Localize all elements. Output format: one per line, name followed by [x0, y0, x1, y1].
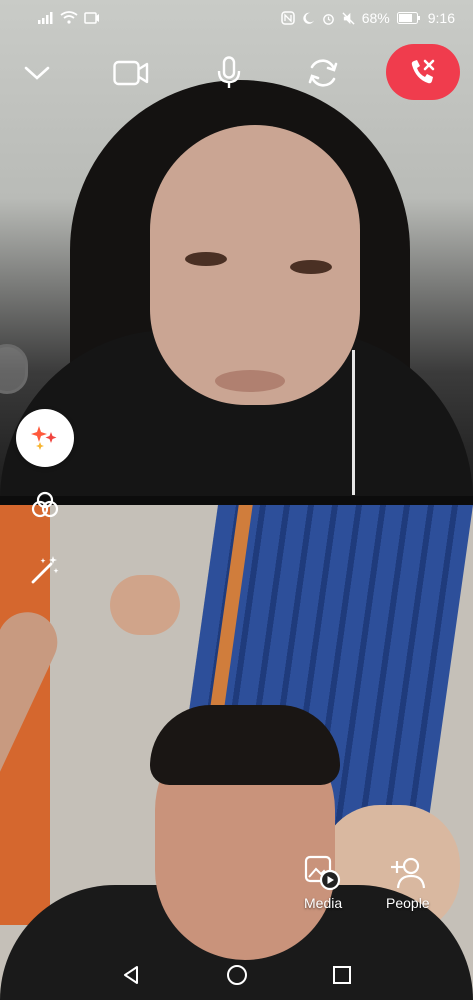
earphone-cable: [352, 350, 355, 495]
video-camera-icon: [113, 60, 149, 86]
moon-icon: [303, 12, 314, 24]
recents-button[interactable]: [327, 960, 357, 990]
minimize-button[interactable]: [12, 48, 62, 98]
video-toggle-button[interactable]: [106, 48, 156, 98]
people-button[interactable]: People: [386, 855, 430, 911]
media-icon: [304, 855, 341, 891]
wifi-icon: [60, 11, 78, 24]
end-call-button[interactable]: [386, 44, 460, 100]
filters-icon: [31, 491, 59, 518]
sparkles-icon: [31, 426, 57, 450]
system-nav-bar: [0, 948, 473, 1000]
remote-lips: [215, 370, 285, 392]
nfc-icon: [280, 11, 295, 25]
pane-divider: [0, 496, 473, 505]
signal-icon: [38, 11, 53, 24]
self-video[interactable]: [0, 505, 473, 1000]
mute-icon: [342, 11, 355, 25]
media-label: Media: [304, 895, 343, 911]
back-triangle-icon: [124, 966, 138, 984]
alarm-icon: [322, 13, 334, 25]
status-bar: 68% 9:16: [0, 0, 473, 38]
screen-cast-icon: [84, 11, 99, 24]
filters-button[interactable]: [26, 486, 64, 524]
magic-wand-icon: [31, 556, 59, 584]
recents-square-icon: [333, 966, 351, 984]
people-label: People: [386, 895, 430, 911]
raised-hand: [110, 575, 180, 635]
add-person-icon: [390, 857, 425, 889]
home-button[interactable]: [222, 960, 252, 990]
clock: 9:16: [427, 10, 455, 26]
back-button[interactable]: [116, 960, 146, 990]
remote-eye-left: [185, 252, 227, 266]
end-call-icon: [411, 59, 435, 84]
effects-button[interactable]: [16, 409, 74, 467]
media-button[interactable]: Media: [304, 855, 342, 911]
microphone-icon: [217, 56, 241, 88]
chevron-down-icon: [24, 66, 50, 80]
magic-wand-button[interactable]: [26, 551, 64, 589]
remote-eye-right: [290, 260, 332, 274]
self-hair: [150, 705, 340, 785]
battery-icon: [396, 12, 420, 24]
battery-percent: 68%: [361, 10, 390, 26]
flip-camera-icon: [308, 59, 338, 87]
flip-camera-button[interactable]: [298, 48, 348, 98]
mute-mic-button[interactable]: [204, 48, 254, 98]
home-circle-icon: [227, 965, 247, 985]
